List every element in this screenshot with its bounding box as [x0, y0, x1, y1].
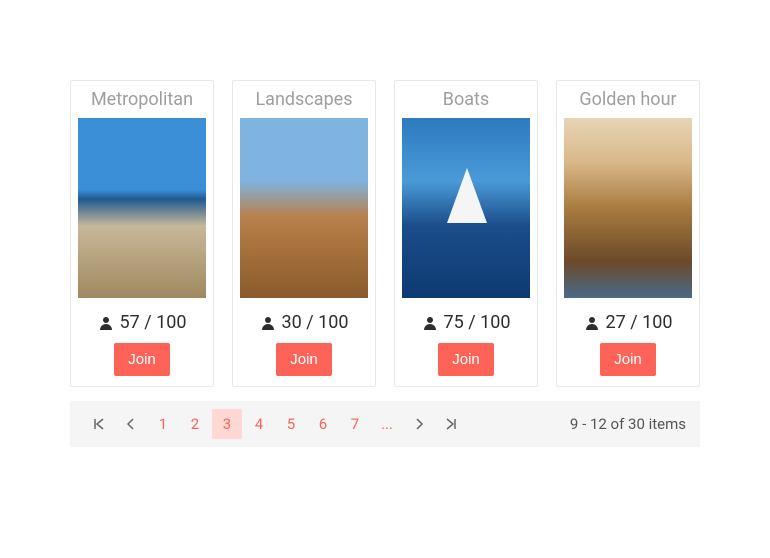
pager-last-button[interactable] — [436, 409, 466, 439]
card-thumbnail[interactable] — [564, 118, 692, 298]
join-button[interactable]: Join — [276, 343, 332, 376]
card-count: 30 / 100 — [282, 312, 349, 333]
pager-pages: 1234567 — [148, 409, 370, 439]
pager-prev-button[interactable] — [116, 409, 146, 439]
card-count: 75 / 100 — [444, 312, 511, 333]
card-thumbnail[interactable] — [78, 118, 206, 298]
person-icon — [260, 315, 276, 331]
pager-first-button[interactable] — [84, 409, 114, 439]
card-count-row: 30 / 100 — [260, 312, 349, 333]
gallery-card: Boats 75 / 100 Join — [394, 80, 538, 387]
gallery-card: Golden hour 27 / 100 Join — [556, 80, 700, 387]
card-title: Metropolitan — [87, 81, 197, 118]
pager-page-7[interactable]: 7 — [340, 409, 370, 439]
card-count: 27 / 100 — [606, 312, 673, 333]
card-count: 57 / 100 — [120, 312, 187, 333]
gallery-card: Landscapes 30 / 100 Join — [232, 80, 376, 387]
join-button[interactable]: Join — [114, 343, 170, 376]
person-icon — [98, 315, 114, 331]
pager-ellipsis[interactable]: ... — [372, 409, 402, 439]
card-count-row: 75 / 100 — [422, 312, 511, 333]
pager-page-6[interactable]: 6 — [308, 409, 338, 439]
card-thumbnail[interactable] — [402, 118, 530, 298]
pager-next-button[interactable] — [404, 409, 434, 439]
person-icon — [422, 315, 438, 331]
card-thumbnail[interactable] — [240, 118, 368, 298]
card-count-row: 57 / 100 — [98, 312, 187, 333]
pager-info: 9 - 12 of 30 items — [570, 415, 686, 433]
pager-page-1[interactable]: 1 — [148, 409, 178, 439]
gallery-card: Metropolitan 57 / 100 Join — [70, 80, 214, 387]
pager-controls: 1234567 ... — [84, 409, 466, 439]
card-title: Boats — [439, 81, 493, 118]
card-count-row: 27 / 100 — [584, 312, 673, 333]
person-icon — [584, 315, 600, 331]
pager-page-3[interactable]: 3 — [212, 409, 242, 439]
card-grid: Metropolitan 57 / 100 Join Landscapes 30… — [70, 80, 700, 387]
card-title: Golden hour — [575, 81, 680, 118]
pager-page-5[interactable]: 5 — [276, 409, 306, 439]
join-button[interactable]: Join — [600, 343, 656, 376]
pager-page-4[interactable]: 4 — [244, 409, 274, 439]
join-button[interactable]: Join — [438, 343, 494, 376]
card-title: Landscapes — [251, 81, 356, 118]
pager: 1234567 ... 9 - 12 of 30 items — [70, 401, 700, 447]
pager-page-2[interactable]: 2 — [180, 409, 210, 439]
